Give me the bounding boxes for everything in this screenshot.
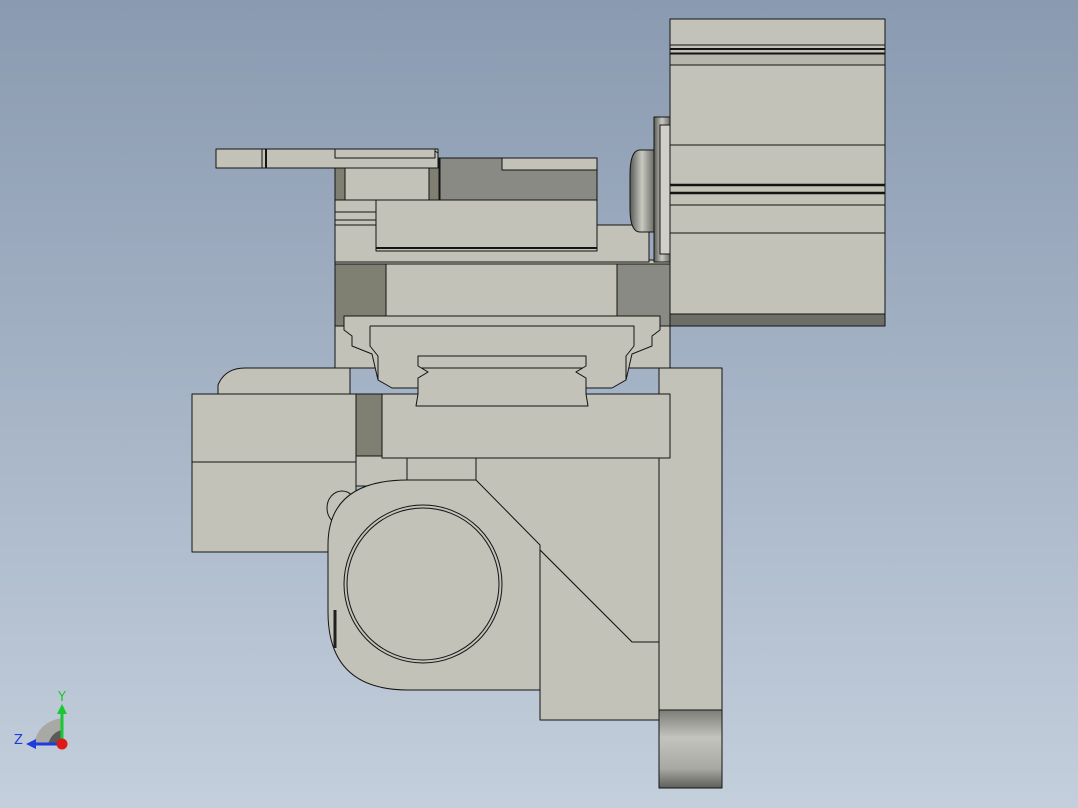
- handle-bar-clamp: [334, 148, 436, 159]
- triad-origin: [56, 738, 68, 750]
- assembly-drawing: Y Z: [14, 18, 886, 789]
- triad-y-label: Y: [57, 690, 66, 705]
- plate-end-cap: [658, 709, 723, 789]
- cad-viewport[interactable]: Y Z: [0, 0, 1078, 808]
- handle-bar: [215, 148, 439, 169]
- cylinder-base-strip: [669, 313, 886, 327]
- cylinder-rod-fitting: [629, 149, 655, 233]
- upper-stage: [334, 157, 650, 263]
- triad-z-label: Z: [14, 733, 23, 748]
- bearing-bore-inner: [346, 507, 500, 661]
- triad-z-arrowhead: [26, 739, 36, 749]
- cylinder-band: [669, 53, 886, 66]
- stage-table: [375, 199, 598, 252]
- left-block-rounded-top: [217, 367, 351, 396]
- triad-y-arrowhead: [57, 704, 67, 714]
- left-block-shadow-face: [355, 393, 383, 459]
- stage-top-lip: [501, 157, 598, 171]
- orientation-triad[interactable]: Y Z: [14, 690, 68, 750]
